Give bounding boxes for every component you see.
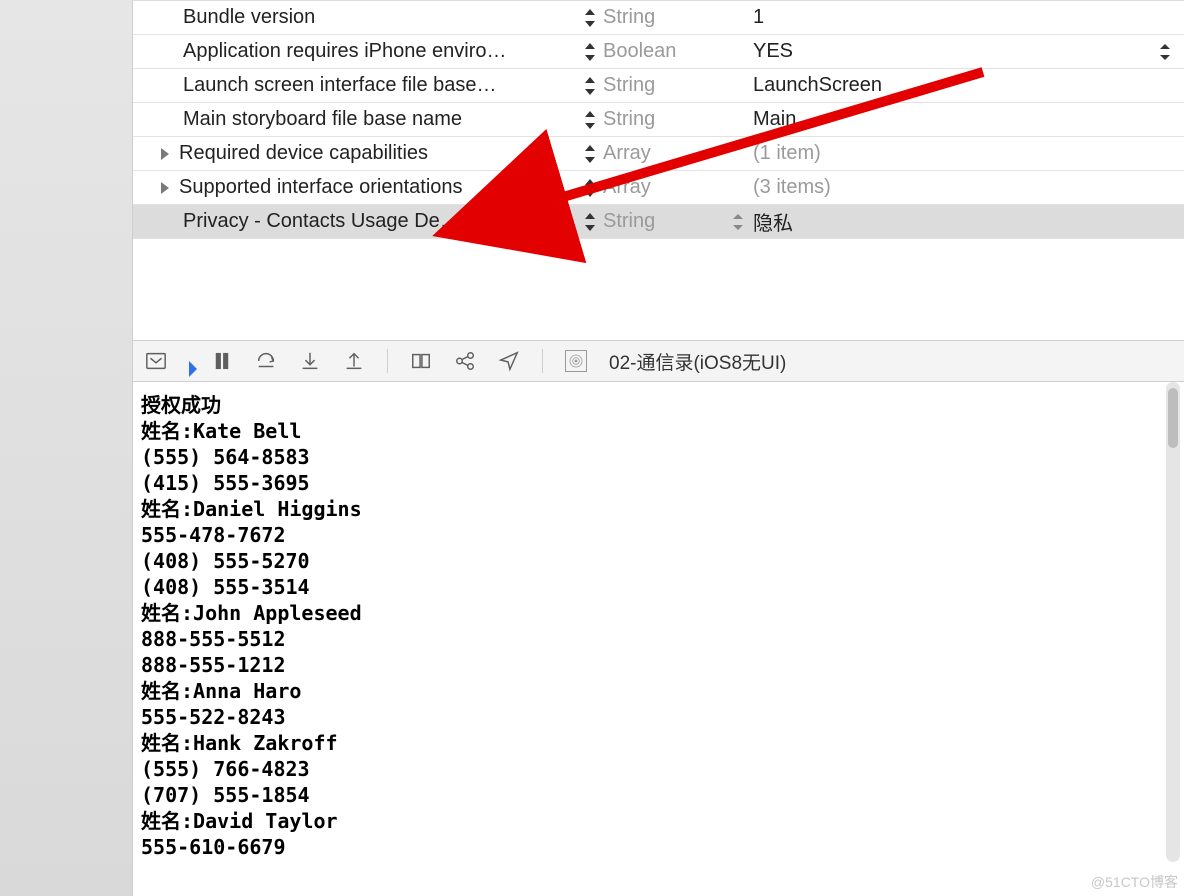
plist-value-label: Main (753, 108, 796, 130)
plist-value[interactable]: Main (753, 108, 1184, 131)
plist-value-label: LaunchScreen (753, 74, 882, 96)
plist-key[interactable]: Main storyboard file base name (133, 108, 603, 131)
key-stepper-icon[interactable] (583, 43, 597, 61)
plist-key[interactable]: Launch screen interface file base… (133, 74, 603, 97)
console-output: 授权成功 姓名:Kate Bell (555) 564-8583 (415) 5… (141, 392, 1154, 860)
toolbar-separator (542, 349, 543, 373)
plist-key-label: Application requires iPhone enviro… (183, 40, 507, 63)
value-stepper-icon[interactable] (1158, 42, 1172, 62)
plist-row[interactable]: Bundle version String 1 (133, 1, 1184, 35)
plist-type-label: String (603, 74, 655, 96)
plist-row[interactable]: Application requires iPhone enviro… Boole… (133, 35, 1184, 69)
location-icon[interactable] (498, 350, 520, 372)
plist-key[interactable]: Application requires iPhone enviro… (133, 40, 603, 63)
plist-type-label: Array (603, 176, 651, 198)
plist-row[interactable]: Required device capabilities Array (1 item… (133, 137, 1184, 171)
plist-type[interactable]: Array (603, 142, 753, 165)
xcode-window: Bundle version String 1 Application require… (0, 0, 1184, 896)
debug-console[interactable]: 授权成功 姓名:Kate Bell (555) 564-8583 (415) 5… (133, 382, 1162, 896)
plist-key[interactable]: Bundle version (133, 6, 603, 29)
plist-key-label: Bundle version (183, 6, 315, 29)
plist-value-label: (3 items) (753, 176, 831, 198)
plist-key-label: Main storyboard file base name (183, 108, 462, 131)
plist-value[interactable]: (1 item) (753, 142, 1184, 165)
scrollbar-thumb[interactable] (1168, 388, 1178, 448)
plist-type[interactable]: String (603, 6, 753, 29)
plist-value[interactable]: LaunchScreen (753, 74, 1184, 97)
key-stepper-icon[interactable] (583, 179, 597, 197)
plist-value[interactable]: YES (753, 40, 1184, 63)
plist-type[interactable]: Boolean (603, 40, 753, 63)
plist-type-label: String (603, 210, 655, 232)
plist-key-label: Required device capabilities (179, 142, 428, 165)
plist-key-label: Privacy - Contacts Usage De… (183, 210, 460, 233)
key-stepper-icon[interactable] (583, 145, 597, 163)
plist-editor[interactable]: Bundle version String 1 Application require… (133, 0, 1184, 340)
plist-type[interactable]: String (603, 108, 753, 131)
plist-key-label: Supported interface orientations (179, 176, 463, 199)
plist-value-label: (1 item) (753, 142, 821, 164)
plist-value[interactable]: 1 (753, 6, 1184, 29)
plist-row[interactable]: Main storyboard file base name String Main (133, 103, 1184, 137)
plist-type[interactable]: Array (603, 176, 753, 199)
plist-type[interactable]: String (603, 210, 753, 233)
plist-value-label: YES (753, 40, 793, 62)
debug-toolbar: 02-通信录(iOS8无UI) (133, 340, 1184, 382)
scheme-target-label[interactable]: 02-通信录(iOS8无UI) (609, 348, 786, 375)
disclosure-triangle-icon[interactable] (161, 148, 169, 160)
disclosure-triangle-icon[interactable] (161, 182, 169, 194)
step-into-icon[interactable] (299, 350, 321, 372)
console-toggle-icon[interactable] (145, 350, 167, 372)
key-stepper-icon[interactable] (583, 111, 597, 129)
view-debugger-icon[interactable] (410, 350, 432, 372)
plist-row[interactable]: Supported interface orientations Array (3 … (133, 171, 1184, 205)
plist-value-label: 1 (753, 6, 764, 28)
plist-row[interactable]: Privacy - Contacts Usage De… String 隐私 (133, 205, 1184, 239)
key-stepper-icon[interactable] (583, 77, 597, 95)
left-gutter (0, 0, 133, 896)
type-stepper-icon[interactable] (731, 212, 745, 232)
key-stepper-icon[interactable] (583, 9, 597, 27)
watermark: @51CTO博客 (1091, 872, 1178, 892)
plist-type-label: Array (603, 142, 651, 164)
plist-key-label: Launch screen interface file base… (183, 74, 497, 97)
memory-graph-icon[interactable] (454, 350, 476, 372)
plist-value-label: 隐私 (753, 213, 793, 235)
plist-value[interactable]: (3 items) (753, 176, 1184, 199)
console-scrollbar[interactable] (1166, 382, 1180, 862)
plist-type-label: String (603, 6, 655, 28)
step-out-icon[interactable] (343, 350, 365, 372)
plist-type[interactable]: String (603, 74, 753, 97)
step-over-icon[interactable] (255, 350, 277, 372)
plist-row[interactable]: Launch screen interface file base… String… (133, 69, 1184, 103)
plist-key[interactable]: Privacy - Contacts Usage De… (133, 210, 603, 233)
key-stepper-icon[interactable] (583, 213, 597, 231)
plist-type-label: Boolean (603, 40, 676, 62)
scheme-target-icon[interactable] (565, 350, 587, 372)
pause-icon[interactable] (211, 350, 233, 372)
toolbar-separator (387, 349, 388, 373)
plist-key[interactable]: Required device capabilities (133, 142, 603, 165)
plist-key[interactable]: Supported interface orientations (133, 176, 603, 199)
plist-type-label: String (603, 108, 655, 130)
plist-value[interactable]: 隐私 (753, 207, 1184, 236)
